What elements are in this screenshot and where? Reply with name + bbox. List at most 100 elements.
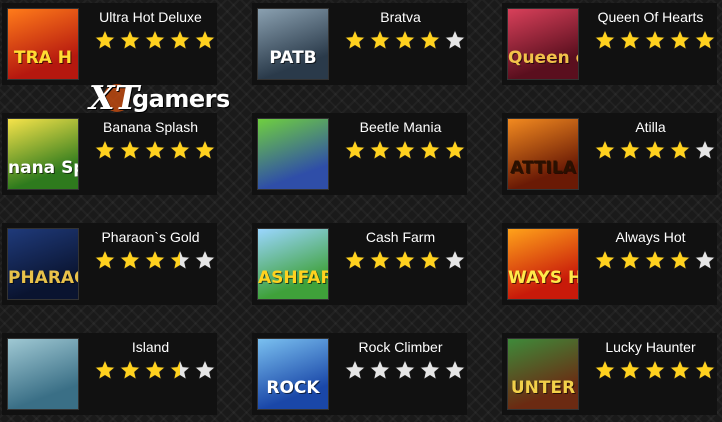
star-icon — [94, 249, 116, 270]
thumbnail-text: ATTILA — [510, 160, 576, 177]
star-icon — [369, 29, 391, 50]
star-icon — [419, 249, 441, 270]
rating-stars — [344, 359, 466, 383]
rating-stars — [94, 249, 216, 273]
star-icon — [419, 29, 441, 50]
thumbnail-text: PATB — [269, 50, 317, 67]
star-icon — [419, 139, 441, 160]
game-card[interactable]: ASHFARM Cash Farm — [252, 223, 467, 305]
game-card[interactable]: UNTER Lucky Haunter — [502, 333, 717, 415]
game-title[interactable]: Island — [84, 339, 217, 355]
star-icon — [619, 249, 641, 270]
star-icon — [119, 249, 141, 270]
star-icon — [694, 359, 716, 380]
star-icon — [694, 29, 716, 50]
game-thumbnail[interactable]: UNTER — [507, 338, 579, 410]
thumbnail-text: Queen of — [508, 50, 578, 67]
game-title[interactable]: Banana Splash — [84, 119, 217, 135]
game-card[interactable]: Queen of Queen Of Hearts — [502, 3, 717, 85]
game-title[interactable]: Atilla — [584, 119, 717, 135]
game-card[interactable]: TRA H Ultra Hot Deluxe — [2, 3, 217, 85]
star-icon — [344, 29, 366, 50]
star-icon — [194, 29, 216, 50]
game-thumbnail[interactable]: ATTILA — [507, 118, 579, 190]
game-thumbnail[interactable]: ASHFARM — [257, 228, 329, 300]
star-icon — [594, 139, 616, 160]
star-icon — [419, 359, 441, 380]
game-card[interactable]: PHARAOHS Pharaon`s Gold — [2, 223, 217, 305]
star-icon — [119, 139, 141, 160]
star-icon — [444, 139, 466, 160]
game-card[interactable]: WAYS H Always Hot — [502, 223, 717, 305]
game-thumbnail[interactable] — [257, 118, 329, 190]
star-icon — [144, 359, 166, 380]
game-card[interactable]: PATB Bratva — [252, 3, 467, 85]
star-icon — [194, 249, 216, 270]
rating-stars — [594, 29, 716, 53]
logo-gamers: gamers — [132, 85, 230, 113]
game-thumbnail[interactable]: ROCK — [257, 338, 329, 410]
star-icon — [644, 139, 666, 160]
star-icon — [619, 139, 641, 160]
rating-stars — [594, 249, 716, 273]
game-title[interactable]: Bratva — [334, 9, 467, 25]
star-icon — [94, 139, 116, 160]
star-icon — [344, 249, 366, 270]
game-title[interactable]: Rock Climber — [334, 339, 467, 355]
star-icon — [394, 359, 416, 380]
game-title[interactable]: Queen Of Hearts — [584, 9, 717, 25]
rating-stars — [344, 29, 466, 53]
game-thumbnail[interactable]: TRA H — [7, 8, 79, 80]
game-title[interactable]: Beetle Mania — [334, 119, 467, 135]
rating-stars — [344, 139, 466, 163]
star-icon — [119, 359, 141, 380]
game-card[interactable]: Beetle Mania — [252, 113, 467, 195]
star-icon — [694, 249, 716, 270]
game-card[interactable]: nana Spl Banana Splash — [2, 113, 217, 195]
game-card[interactable]: ATTILA Atilla — [502, 113, 717, 195]
star-icon — [644, 359, 666, 380]
star-icon — [669, 29, 691, 50]
star-icon — [669, 359, 691, 380]
star-icon — [169, 139, 191, 160]
star-icon — [344, 139, 366, 160]
game-card[interactable]: Island — [2, 333, 217, 415]
star-icon — [344, 359, 366, 380]
game-title[interactable]: Pharaon`s Gold — [84, 229, 217, 245]
game-title[interactable]: Always Hot — [584, 229, 717, 245]
game-thumbnail[interactable]: PATB — [257, 8, 329, 80]
xtgamers-logo: XT gamers — [89, 81, 230, 115]
star-icon — [369, 139, 391, 160]
star-icon — [169, 359, 191, 380]
game-card[interactable]: ROCK Rock Climber — [252, 333, 467, 415]
rating-stars — [344, 249, 466, 273]
star-icon — [619, 29, 641, 50]
rating-stars — [594, 359, 716, 383]
star-icon — [594, 29, 616, 50]
game-thumbnail[interactable]: Queen of — [507, 8, 579, 80]
star-icon — [694, 139, 716, 160]
star-icon — [94, 29, 116, 50]
thumbnail-text: ROCK — [266, 380, 320, 397]
thumbnail-text: WAYS H — [508, 270, 578, 287]
star-icon — [644, 249, 666, 270]
rating-stars — [94, 139, 216, 163]
star-icon — [444, 249, 466, 270]
star-icon — [394, 139, 416, 160]
star-icon — [119, 29, 141, 50]
rating-stars — [94, 359, 216, 383]
game-thumbnail[interactable]: PHARAOHS — [7, 228, 79, 300]
game-title[interactable]: Lucky Haunter — [584, 339, 717, 355]
thumbnail-text: PHARAOHS — [8, 270, 78, 287]
game-thumbnail[interactable]: nana Spl — [7, 118, 79, 190]
thumbnail-text: nana Spl — [8, 160, 78, 177]
game-title[interactable]: Ultra Hot Deluxe — [84, 9, 217, 25]
star-icon — [394, 29, 416, 50]
star-icon — [144, 29, 166, 50]
game-thumbnail[interactable]: WAYS H — [507, 228, 579, 300]
game-thumbnail[interactable] — [7, 338, 79, 410]
star-icon — [369, 359, 391, 380]
star-icon — [144, 139, 166, 160]
game-title[interactable]: Cash Farm — [334, 229, 467, 245]
star-icon — [619, 359, 641, 380]
